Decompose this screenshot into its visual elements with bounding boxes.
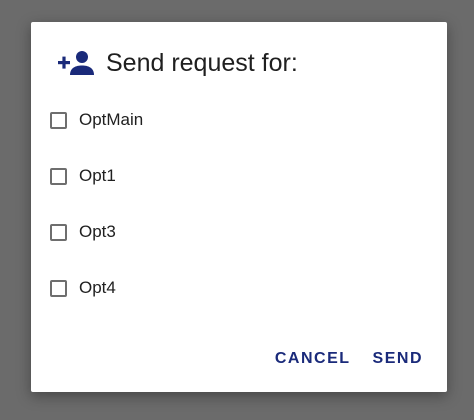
- option-label: Opt3: [79, 222, 116, 241]
- option-label: Opt4: [79, 278, 116, 297]
- checkbox[interactable]: [50, 167, 67, 185]
- dialog-header: Send request for:: [58, 48, 298, 78]
- person-add-icon: [58, 48, 98, 78]
- checkbox[interactable]: [50, 223, 67, 241]
- option-optmain[interactable]: OptMain: [50, 108, 143, 132]
- send-request-dialog: Send request for: OptMain Opt1 Opt3 Opt4…: [31, 22, 447, 392]
- option-opt1[interactable]: Opt1: [50, 164, 116, 188]
- send-button[interactable]: SEND: [373, 350, 423, 368]
- checkbox[interactable]: [50, 279, 67, 297]
- checkbox[interactable]: [50, 111, 67, 129]
- dialog-actions: CANCEL SEND: [275, 350, 423, 368]
- dialog-title: Send request for:: [106, 49, 298, 77]
- cancel-button[interactable]: CANCEL: [275, 350, 351, 368]
- option-opt3[interactable]: Opt3: [50, 220, 116, 244]
- option-label: OptMain: [79, 110, 144, 129]
- option-label: Opt1: [79, 166, 116, 185]
- option-opt4[interactable]: Opt4: [50, 276, 116, 300]
